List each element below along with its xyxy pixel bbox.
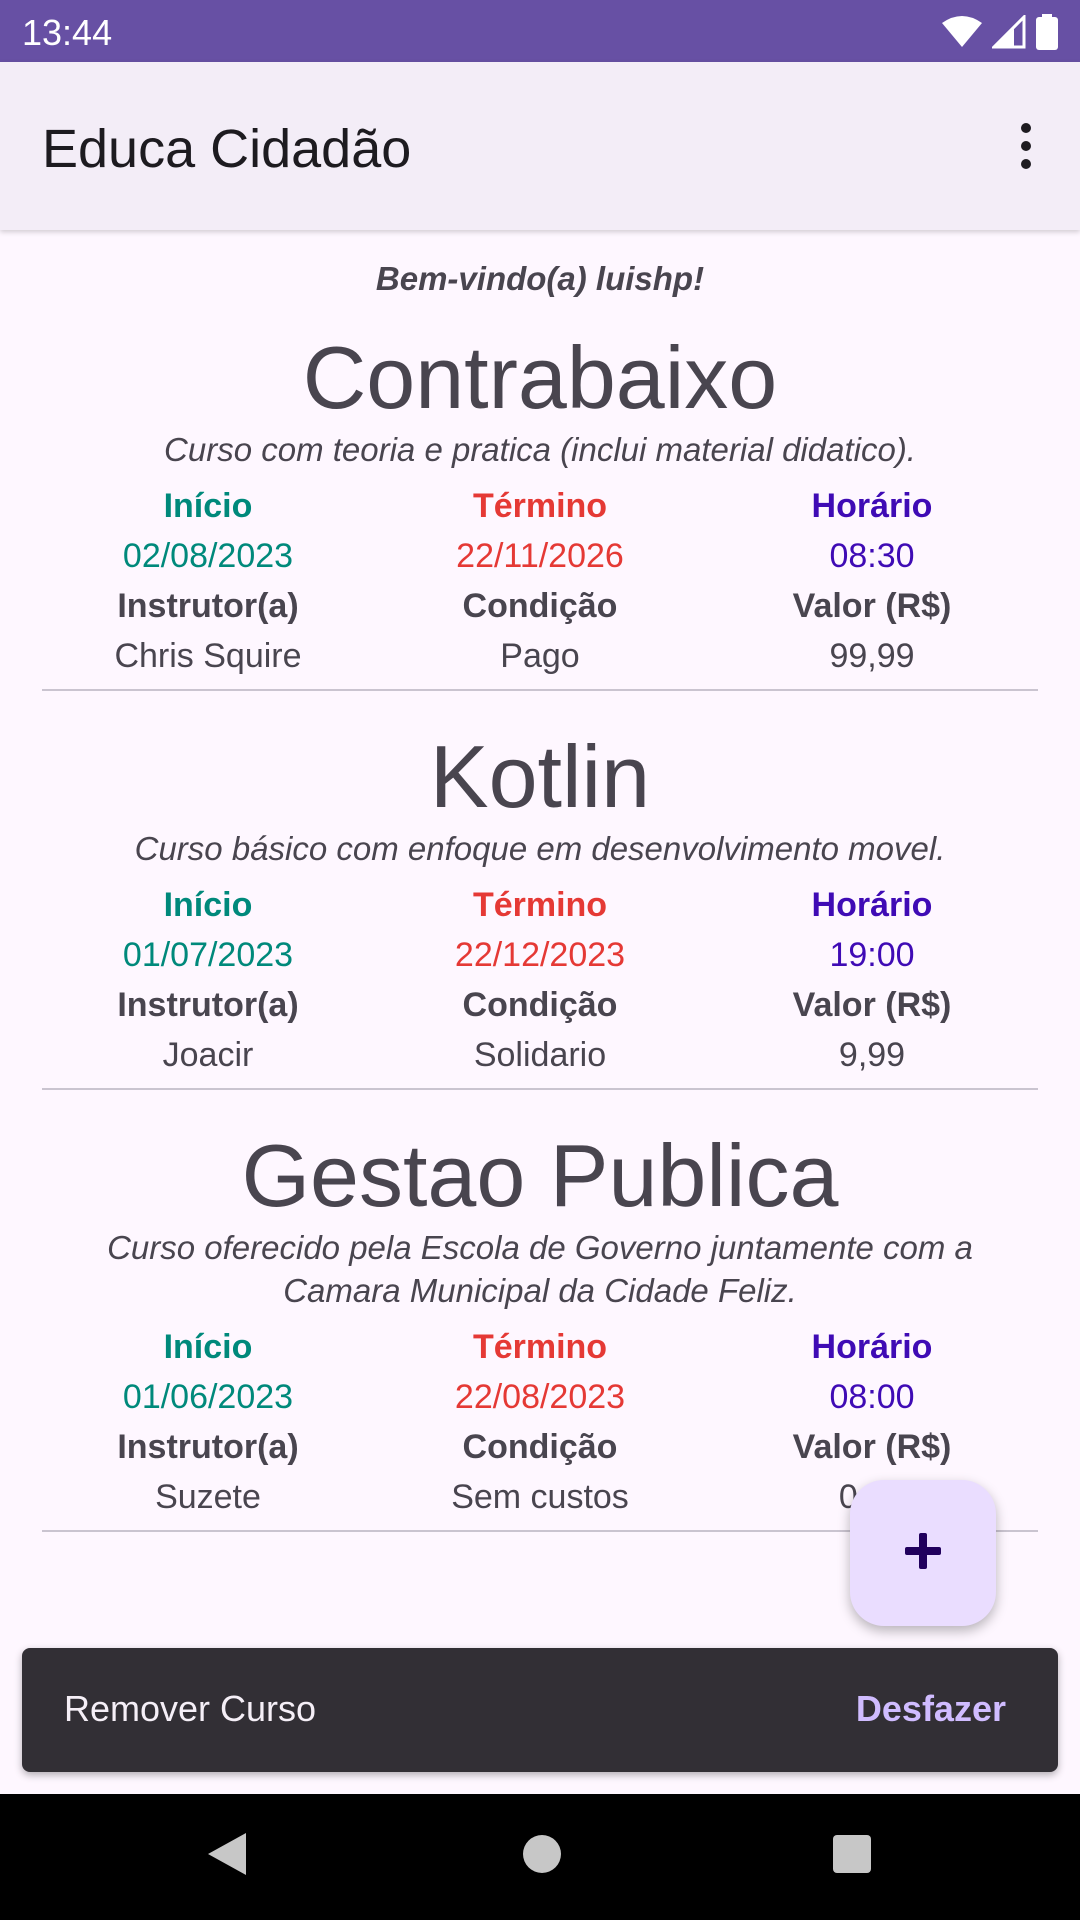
condition-label: Condição bbox=[462, 587, 618, 625]
start-label: Início bbox=[163, 1328, 253, 1366]
time-label: Horário bbox=[811, 1328, 933, 1366]
class-time: 08:30 bbox=[829, 537, 915, 575]
home-icon[interactable] bbox=[520, 1829, 564, 1884]
time-label: Horário bbox=[811, 886, 933, 924]
condition-value: Sem custos bbox=[451, 1478, 629, 1516]
undo-button[interactable]: Desfazer bbox=[856, 1688, 1006, 1730]
end-date: 22/12/2023 bbox=[454, 936, 626, 974]
time-label: Horário bbox=[811, 487, 933, 525]
end-label: Término bbox=[472, 1328, 608, 1366]
course-name: Gestao Publica bbox=[241, 1126, 839, 1225]
course-name: Kotlin bbox=[429, 727, 651, 826]
wifi-icon bbox=[942, 15, 982, 54]
course-card[interactable]: Contrabaixo Curso com teoria e pratica (… bbox=[42, 328, 1038, 691]
instructor-name: Joacir bbox=[162, 1036, 254, 1074]
recents-icon[interactable] bbox=[830, 1829, 874, 1884]
app-title: Educa Cidadão bbox=[42, 119, 412, 179]
add-icon bbox=[903, 1531, 943, 1576]
signal-icon bbox=[990, 13, 1026, 54]
course-description: Curso com teoria e pratica (inclui mater… bbox=[164, 431, 916, 468]
class-time: 19:00 bbox=[829, 936, 915, 974]
welcome-message: Bem-vindo(a) luishp! bbox=[375, 260, 705, 297]
price-label: Valor (R$) bbox=[792, 587, 952, 625]
price-label: Valor (R$) bbox=[792, 986, 952, 1024]
condition-value: Pago bbox=[500, 637, 580, 675]
snackbar-message: Remover Curso bbox=[64, 1688, 317, 1729]
more-vert-icon bbox=[998, 123, 1054, 178]
top-app-bar: Educa Cidadão bbox=[0, 62, 1080, 230]
condition-label: Condição bbox=[462, 1428, 618, 1466]
end-label: Término bbox=[472, 487, 608, 525]
course-description: Curso básico com enfoque em desenvolvime… bbox=[134, 830, 946, 867]
snackbar: Remover Curso Desfazer bbox=[22, 1648, 1058, 1772]
price-value: 9,99 bbox=[838, 1036, 906, 1074]
instructor-label: Instrutor(a) bbox=[117, 1428, 299, 1466]
course-card[interactable]: Gestao Publica Curso oferecido pela Esco… bbox=[42, 1126, 1038, 1532]
course-list: Bem-vindo(a) luishp! bbox=[0, 230, 1080, 304]
course-name: Contrabaixo bbox=[302, 328, 778, 427]
start-date: 01/07/2023 bbox=[122, 936, 294, 974]
condition-label: Condição bbox=[462, 986, 618, 1024]
add-course-button[interactable] bbox=[850, 1480, 996, 1626]
battery-icon bbox=[1036, 14, 1058, 55]
course-description: Curso oferecido pela Escola de Governo j… bbox=[107, 1229, 973, 1309]
more-options-button[interactable] bbox=[998, 118, 1054, 174]
condition-value: Solidario bbox=[473, 1036, 607, 1074]
start-label: Início bbox=[163, 886, 253, 924]
status-time: 13:44 bbox=[22, 12, 113, 53]
status-icons bbox=[942, 13, 1058, 55]
back-icon[interactable] bbox=[204, 1829, 250, 1884]
end-date: 22/11/2026 bbox=[456, 537, 624, 575]
end-date: 22/08/2023 bbox=[454, 1378, 626, 1416]
instructor-label: Instrutor(a) bbox=[117, 986, 299, 1024]
divider bbox=[42, 1088, 1038, 1090]
class-time: 08:00 bbox=[829, 1378, 915, 1416]
system-navigation-bar bbox=[0, 1794, 1080, 1920]
start-label: Início bbox=[163, 487, 253, 525]
status-bar: 13:44 bbox=[0, 0, 1080, 62]
course-card[interactable]: Kotlin Curso básico com enfoque em desen… bbox=[42, 727, 1038, 1090]
price-label: Valor (R$) bbox=[792, 1428, 952, 1466]
start-date: 01/06/2023 bbox=[122, 1378, 294, 1416]
instructor-name: Chris Squire bbox=[114, 637, 302, 675]
price-value: 99,99 bbox=[829, 637, 915, 675]
instructor-name: Suzete bbox=[155, 1478, 261, 1516]
start-date: 02/08/2023 bbox=[122, 537, 294, 575]
divider bbox=[42, 689, 1038, 691]
end-label: Término bbox=[472, 886, 608, 924]
instructor-label: Instrutor(a) bbox=[117, 587, 299, 625]
